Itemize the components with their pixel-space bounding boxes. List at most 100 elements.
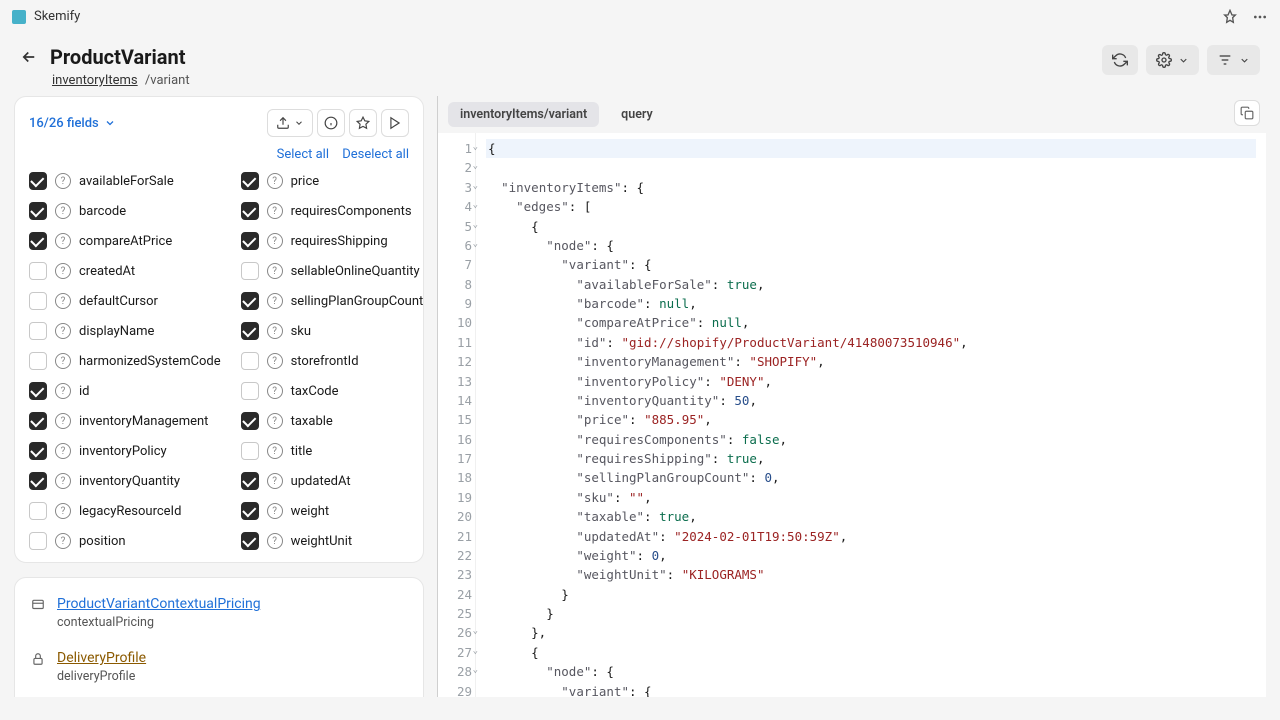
field-row-sellingPlanGroupCount: ? sellingPlanGroupCount bbox=[241, 292, 424, 310]
more-icon[interactable] bbox=[1252, 9, 1268, 25]
field-row-inventoryManagement: ? inventoryManagement bbox=[29, 412, 221, 430]
help-icon[interactable]: ? bbox=[55, 473, 71, 489]
help-icon[interactable]: ? bbox=[55, 503, 71, 519]
relation-contextualPricing: ProductVariantContextualPricing contextu… bbox=[29, 590, 409, 644]
checkbox-requiresComponents[interactable] bbox=[241, 202, 259, 220]
help-icon[interactable]: ? bbox=[55, 263, 71, 279]
star-button[interactable] bbox=[349, 109, 377, 137]
filter-button[interactable] bbox=[1207, 45, 1260, 75]
titlebar: Skemify bbox=[0, 0, 1280, 33]
help-icon[interactable]: ? bbox=[55, 173, 71, 189]
relation-link[interactable]: DeliveryProfile bbox=[57, 650, 146, 666]
field-row-requiresShipping: ? requiresShipping bbox=[241, 232, 424, 250]
field-row-position: ? position bbox=[29, 532, 221, 550]
help-icon[interactable]: ? bbox=[55, 353, 71, 369]
help-icon[interactable]: ? bbox=[267, 293, 283, 309]
field-row-barcode: ? barcode bbox=[29, 202, 221, 220]
field-label: position bbox=[79, 534, 126, 549]
refresh-button[interactable] bbox=[1102, 45, 1138, 75]
checkbox-position[interactable] bbox=[29, 532, 47, 550]
relation-link[interactable]: ProductVariantContextualPricing bbox=[57, 596, 261, 612]
checkbox-legacyResourceId[interactable] bbox=[29, 502, 47, 520]
checkbox-id[interactable] bbox=[29, 382, 47, 400]
help-icon[interactable]: ? bbox=[55, 233, 71, 249]
back-button[interactable] bbox=[20, 48, 38, 66]
field-count-dropdown[interactable]: 16/26 fields bbox=[29, 116, 116, 131]
checkbox-title[interactable] bbox=[241, 442, 259, 460]
checkbox-harmonizedSystemCode[interactable] bbox=[29, 352, 47, 370]
field-label: requiresComponents bbox=[291, 204, 412, 219]
code-editor[interactable]: 1⌄ 2⌄ 3⌄ 4⌄ 5⌄ 6⌄ 7 8 910111213141516171… bbox=[438, 133, 1266, 697]
checkbox-defaultCursor[interactable] bbox=[29, 292, 47, 310]
help-icon[interactable]: ? bbox=[55, 293, 71, 309]
checkbox-inventoryPolicy[interactable] bbox=[29, 442, 47, 460]
help-icon[interactable]: ? bbox=[267, 383, 283, 399]
field-label: storefrontId bbox=[291, 354, 359, 369]
editor-tabs: inventoryItems/variant query bbox=[438, 96, 1266, 133]
breadcrumb: inventoryItems /variant bbox=[52, 73, 190, 88]
tab-inventory-variant[interactable]: inventoryItems/variant bbox=[448, 102, 599, 127]
tab-query[interactable]: query bbox=[609, 102, 665, 127]
breadcrumb-path: /variant bbox=[145, 73, 190, 88]
help-icon[interactable]: ? bbox=[55, 413, 71, 429]
help-icon[interactable]: ? bbox=[55, 323, 71, 339]
help-icon[interactable]: ? bbox=[267, 533, 283, 549]
help-icon[interactable]: ? bbox=[55, 533, 71, 549]
help-icon[interactable]: ? bbox=[55, 383, 71, 399]
help-icon[interactable]: ? bbox=[267, 203, 283, 219]
checkbox-createdAt[interactable] bbox=[29, 262, 47, 280]
checkbox-displayName[interactable] bbox=[29, 322, 47, 340]
field-label: sellableOnlineQuantity bbox=[291, 264, 420, 279]
select-all-button[interactable]: Select all bbox=[277, 147, 329, 162]
field-row-weight: ? weight bbox=[241, 502, 424, 520]
field-label: price bbox=[291, 174, 320, 189]
help-icon[interactable]: ? bbox=[267, 353, 283, 369]
export-button[interactable] bbox=[267, 109, 313, 137]
checkbox-taxable[interactable] bbox=[241, 412, 259, 430]
help-icon[interactable]: ? bbox=[267, 473, 283, 489]
checkbox-availableForSale[interactable] bbox=[29, 172, 47, 190]
run-button[interactable] bbox=[381, 109, 409, 137]
checkbox-sellingPlanGroupCount[interactable] bbox=[241, 292, 259, 310]
field-row-harmonizedSystemCode: ? harmonizedSystemCode bbox=[29, 352, 221, 370]
checkbox-barcode[interactable] bbox=[29, 202, 47, 220]
field-row-sellableOnlineQuantity: ? sellableOnlineQuantity bbox=[241, 262, 424, 280]
field-row-displayName: ? displayName bbox=[29, 322, 221, 340]
settings-button[interactable] bbox=[1146, 45, 1199, 75]
checkbox-sellableOnlineQuantity[interactable] bbox=[241, 262, 259, 280]
relation-deliveryProfile: DeliveryProfile deliveryProfile bbox=[29, 644, 409, 697]
help-icon[interactable]: ? bbox=[267, 233, 283, 249]
help-icon[interactable]: ? bbox=[267, 323, 283, 339]
help-icon[interactable]: ? bbox=[55, 203, 71, 219]
help-icon[interactable]: ? bbox=[267, 173, 283, 189]
checkbox-compareAtPrice[interactable] bbox=[29, 232, 47, 250]
checkbox-price[interactable] bbox=[241, 172, 259, 190]
checkbox-weight[interactable] bbox=[241, 502, 259, 520]
copy-button[interactable] bbox=[1234, 100, 1260, 126]
checkbox-inventoryQuantity[interactable] bbox=[29, 472, 47, 490]
field-row-sku: ? sku bbox=[241, 322, 424, 340]
help-icon[interactable]: ? bbox=[267, 503, 283, 519]
field-label: createdAt bbox=[79, 264, 135, 279]
pin-icon[interactable] bbox=[1222, 9, 1238, 25]
field-row-inventoryPolicy: ? inventoryPolicy bbox=[29, 442, 221, 460]
info-button[interactable] bbox=[317, 109, 345, 137]
checkbox-weightUnit[interactable] bbox=[241, 532, 259, 550]
checkbox-sku[interactable] bbox=[241, 322, 259, 340]
breadcrumb-link[interactable]: inventoryItems bbox=[52, 73, 138, 88]
checkbox-updatedAt[interactable] bbox=[241, 472, 259, 490]
field-label: inventoryManagement bbox=[79, 414, 208, 429]
lock-icon bbox=[31, 652, 47, 668]
help-icon[interactable]: ? bbox=[267, 263, 283, 279]
deselect-all-button[interactable]: Deselect all bbox=[342, 147, 409, 162]
help-icon[interactable]: ? bbox=[267, 443, 283, 459]
checkbox-inventoryManagement[interactable] bbox=[29, 412, 47, 430]
checkbox-taxCode[interactable] bbox=[241, 382, 259, 400]
checkbox-storefrontId[interactable] bbox=[241, 352, 259, 370]
fields-panel: 16/26 fields Select all Deselect all ? a… bbox=[14, 96, 424, 563]
help-icon[interactable]: ? bbox=[267, 413, 283, 429]
checkbox-requiresShipping[interactable] bbox=[241, 232, 259, 250]
field-label: sellingPlanGroupCount bbox=[291, 294, 424, 309]
help-icon[interactable]: ? bbox=[55, 443, 71, 459]
field-label: updatedAt bbox=[291, 474, 351, 489]
